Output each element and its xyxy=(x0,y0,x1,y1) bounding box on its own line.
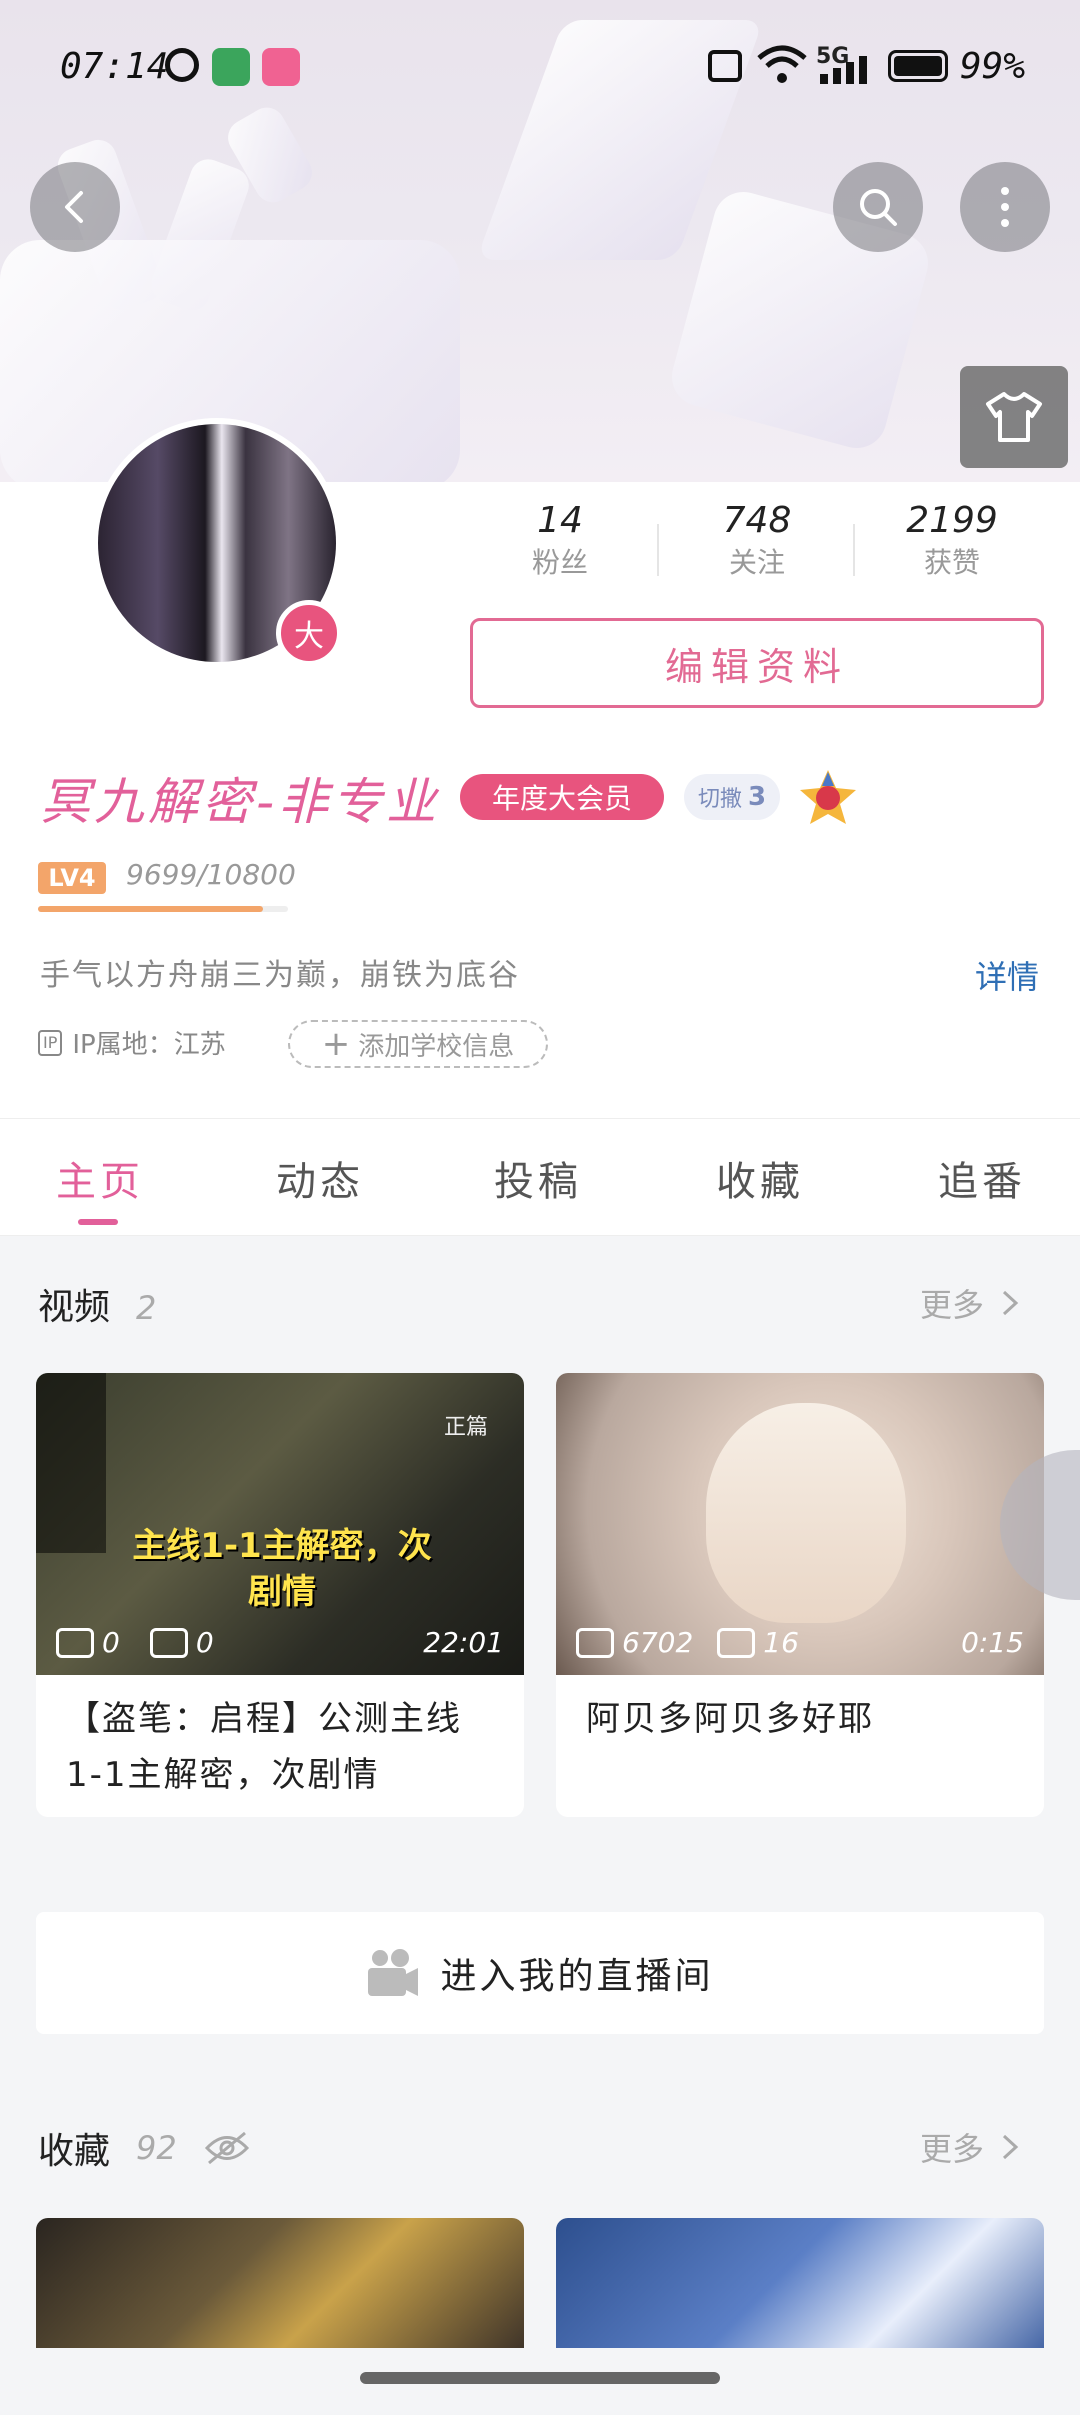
favorites-header: 收藏 92 xyxy=(38,2122,251,2174)
fans-medal-badge[interactable]: 切撒 3 xyxy=(684,774,780,820)
stat-likes[interactable]: 2199 获赞 xyxy=(892,500,1012,581)
video-title: 【盗笔：启程】公测主线1-1主解密，次剧情 xyxy=(66,1699,462,1795)
videos-title: 视频 xyxy=(38,1287,111,1328)
detail-link[interactable]: 详情 xyxy=(975,952,1039,998)
fans-medal-level: 3 xyxy=(747,782,767,812)
status-time: 07:14 xyxy=(60,46,169,87)
videos-more-link[interactable]: 更多 xyxy=(920,1280,1020,1326)
exp-progress-bar xyxy=(38,906,288,912)
following-count: 748 xyxy=(722,500,792,541)
tab-uploads[interactable]: 投稿 xyxy=(494,1149,582,1207)
signal-icon xyxy=(820,56,870,84)
tab-indicator xyxy=(78,1219,118,1225)
favorites-title: 收藏 xyxy=(38,2131,111,2172)
vip-badge[interactable]: 年度大会员 xyxy=(460,774,664,820)
play-count-icon xyxy=(56,1627,94,1658)
exp-text: 9699/10800 xyxy=(126,858,296,891)
stat-divider xyxy=(657,524,659,576)
achievement-badge-icon[interactable] xyxy=(798,768,858,828)
shirt-icon xyxy=(986,392,1042,442)
thumb-sidebar xyxy=(36,1373,106,1553)
video-thumbnail: 6702 16 0:15 xyxy=(556,1373,1044,1675)
likes-label: 获赞 xyxy=(923,546,980,579)
back-icon xyxy=(65,191,83,223)
favorites-more-label: 更多 xyxy=(920,2130,985,2168)
video-title: 阿贝多阿贝多好耶 xyxy=(586,1699,874,1739)
battery-icon xyxy=(888,50,948,82)
live-room-label: 进入我的直播间 xyxy=(440,1956,714,1997)
camera-icon xyxy=(368,1949,419,1996)
following-label: 关注 xyxy=(728,546,785,579)
tab-home[interactable]: 主页 xyxy=(56,1149,144,1207)
back-button[interactable] xyxy=(30,162,120,252)
videos-header: 视频 2 xyxy=(38,1278,156,1330)
danmaku-icon xyxy=(717,1627,756,1658)
skin-button[interactable] xyxy=(960,366,1068,468)
stat-divider xyxy=(853,524,855,576)
videos-count: 2 xyxy=(136,1289,157,1327)
more-icon xyxy=(1001,187,1009,227)
danmaku-icon xyxy=(149,1627,188,1658)
tab-dynamic[interactable]: 动态 xyxy=(276,1149,364,1207)
edit-profile-button[interactable]: 编辑资料 xyxy=(470,618,1044,708)
bio: 手气以方舟崩三为巅，崩铁为底谷 xyxy=(40,958,520,993)
fans-count: 14 xyxy=(537,500,583,541)
vibrate-icon xyxy=(708,50,742,82)
thumb-overlay-text: 主线1-1主解密，次剧情 xyxy=(132,1526,432,1612)
stat-following[interactable]: 748 关注 xyxy=(697,500,817,581)
plus-icon: + xyxy=(321,1024,351,1064)
more-button[interactable] xyxy=(960,162,1050,252)
videos-more-label: 更多 xyxy=(920,1286,985,1324)
play-count: 6702 xyxy=(622,1626,694,1659)
play-count-icon xyxy=(576,1627,614,1658)
add-school-label: 添加学校信息 xyxy=(358,1031,515,1062)
ip-location: IP属地：江苏 xyxy=(72,1030,226,1060)
chevron-right-icon xyxy=(1003,1290,1019,1316)
home-indicator[interactable] xyxy=(360,2372,720,2384)
search-button[interactable] xyxy=(833,162,923,252)
ip-icon: IP xyxy=(38,1029,63,1056)
vip-avatar-badge: 大 xyxy=(276,600,342,666)
play-count: 0 xyxy=(102,1626,120,1659)
security-app-icon xyxy=(212,48,250,86)
level-badge: LV4 xyxy=(38,862,106,894)
exp-progress-fill xyxy=(38,906,263,912)
tab-bangumi[interactable]: 追番 xyxy=(938,1149,1026,1207)
video-duration: 0:15 xyxy=(961,1626,1024,1659)
live-room-button[interactable]: 进入我的直播间 xyxy=(36,1912,1044,2034)
stat-fans[interactable]: 14 粉丝 xyxy=(500,500,620,581)
danmaku-count: 0 xyxy=(195,1626,214,1659)
video-card[interactable]: 6702 16 0:15 阿贝多阿贝多好耶 xyxy=(556,1373,1044,1817)
ip-location-row: IP IP属地：江苏 xyxy=(38,1024,226,1061)
favorites-count: 92 xyxy=(136,2129,177,2167)
battery-level: 99% xyxy=(960,46,1026,87)
bilibili-app-icon xyxy=(262,48,300,86)
fans-medal-name: 切撒 xyxy=(697,787,742,812)
video-meta: 6702 16 0:15 xyxy=(576,1626,1024,1659)
tab-favorites[interactable]: 收藏 xyxy=(716,1149,804,1207)
search-icon xyxy=(860,189,897,226)
profile-tabs: 主页 动态 投稿 收藏 追番 xyxy=(0,1118,1080,1236)
likes-count: 2199 xyxy=(906,500,998,541)
favorite-folder-card[interactable] xyxy=(556,2218,1044,2358)
eye-hidden-icon[interactable] xyxy=(203,2131,251,2165)
wifi-icon xyxy=(757,45,807,83)
username: 冥九解密-非专业 xyxy=(40,773,441,831)
add-school-button[interactable]: + 添加学校信息 xyxy=(288,1020,548,1068)
video-thumbnail: 正篇 主线1-1主解密，次剧情 0 0 22:01 xyxy=(36,1373,524,1675)
danmaku-count: 16 xyxy=(763,1626,799,1659)
chevron-right-icon xyxy=(1003,2134,1019,2160)
thumb-character xyxy=(706,1403,906,1623)
video-meta: 0 0 22:01 xyxy=(56,1626,504,1659)
favorites-more-link[interactable]: 更多 xyxy=(920,2124,1020,2170)
thumb-corner-text: 正篇 xyxy=(444,1415,489,1440)
favorite-folder-card[interactable] xyxy=(36,2218,524,2358)
alarm-icon xyxy=(165,48,199,82)
fans-label: 粉丝 xyxy=(531,546,588,579)
video-card[interactable]: 正篇 主线1-1主解密，次剧情 0 0 22:01 【盗笔：启程】公测主线1-1… xyxy=(36,1373,524,1817)
video-duration: 22:01 xyxy=(423,1626,504,1659)
status-bar: 07:14 5G 99% xyxy=(0,0,1080,130)
